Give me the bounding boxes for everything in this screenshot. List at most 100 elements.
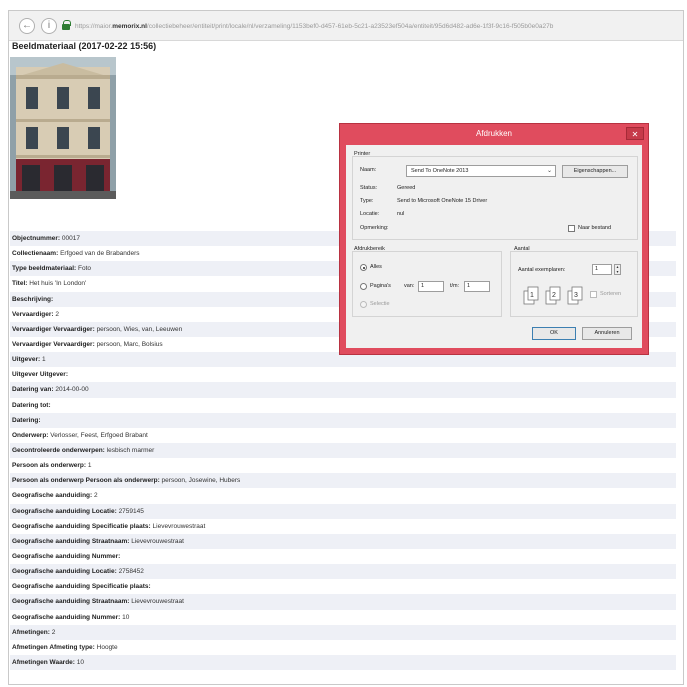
page-title: Beeldmateriaal (2017-02-22 15:56)	[12, 41, 157, 51]
from-input[interactable]: 1	[418, 281, 444, 292]
printer-select[interactable]: Send To OneNote 2013 ⌄	[406, 165, 556, 177]
row-label: Titel:	[12, 280, 28, 288]
table-row: Persoon als onderwerp Persoon als onderw…	[10, 473, 676, 489]
row-label: Geografische aanduiding Specificatie pla…	[12, 583, 151, 591]
url-path: /collectiebeheer/entiteit/print/locale/n…	[146, 23, 554, 30]
location-label: Locatie:	[360, 211, 380, 217]
table-row: Datering tot:	[10, 398, 676, 413]
close-icon[interactable]: ✕	[626, 127, 644, 140]
row-label: Uitgever Uitgever:	[12, 371, 68, 379]
row-label: Geografische aanduiding Specificatie pla…	[12, 522, 151, 530]
row-value: Lievevrouwestraat	[152, 522, 206, 530]
table-row: Geografische aanduiding Locatie: 2759145	[10, 503, 676, 519]
url-prefix: https://maior.	[75, 23, 113, 30]
row-value: Verlosser, Feest, Erfgoed Brabant	[50, 431, 148, 439]
row-label: Beschrijving:	[12, 295, 54, 303]
row-label: Afmetingen Waarde:	[12, 658, 75, 666]
table-row: Geografische aanduiding Nummer: 10	[10, 610, 676, 625]
range-pages-label: Pagina's	[370, 283, 391, 289]
ok-button[interactable]: OK	[532, 327, 576, 340]
row-label: Vervaardiger:	[12, 310, 54, 318]
comment-label: Opmerking:	[360, 225, 389, 231]
table-row: Geografische aanduiding Nummer:	[10, 549, 676, 564]
range-pages-radio[interactable]	[360, 283, 367, 290]
table-row: Datering:	[10, 412, 676, 428]
svg-text:3: 3	[574, 292, 578, 299]
dialog-body: Printer Naam: Send To OneNote 2013 ⌄ Eig…	[346, 145, 642, 348]
type-value: Send to Microsoft OneNote 15 Driver	[397, 198, 488, 204]
row-label: Datering:	[12, 416, 41, 424]
collate-pages-icon: 1 2 3	[523, 286, 583, 305]
row-value: Hoogte	[96, 643, 118, 651]
row-value: 10	[122, 613, 130, 621]
building-photo	[10, 57, 116, 199]
row-label: Type beeldmateriaal:	[12, 265, 77, 273]
chevron-down-icon: ⌄	[546, 168, 552, 174]
properties-button[interactable]: Eigenschappen...	[562, 165, 628, 178]
copies-group	[510, 251, 638, 317]
table-row: Geografische aanduiding Specificatie pla…	[10, 519, 676, 534]
info-icon[interactable]: i	[41, 18, 57, 34]
row-value: lesbisch marmer	[106, 446, 155, 454]
row-value: 2	[94, 492, 98, 500]
row-value: 10	[76, 658, 85, 666]
range-all-radio[interactable]	[360, 264, 367, 271]
row-label: Afmetingen:	[12, 628, 50, 636]
range-selection-radio[interactable]	[360, 301, 367, 308]
table-row: Uitgever Uitgever:	[10, 367, 676, 382]
back-icon[interactable]: ←	[19, 18, 35, 34]
row-value: 2	[51, 628, 56, 636]
url-field[interactable]: https://maior.memorix.nl/collectiebeheer…	[75, 20, 679, 34]
address-bar: ← i https://maior.memorix.nl/collectiebe…	[9, 11, 683, 41]
row-label: Geografische aanduiding Nummer:	[12, 613, 121, 621]
row-label: Datering tot:	[12, 401, 51, 409]
row-label: Geografische aanduiding Straatnaam:	[12, 537, 130, 545]
row-label: Datering van:	[12, 386, 54, 394]
row-label: Uitgever:	[12, 356, 41, 364]
print-to-file-checkbox[interactable]	[568, 225, 575, 232]
row-label: Persoon als onderwerp Persoon als onderw…	[12, 477, 160, 485]
to-input[interactable]: 1	[464, 281, 490, 292]
table-row: Onderwerp: Verlosser, Feest, Erfgoed Bra…	[10, 428, 676, 443]
row-value: Erfgoed van de Brabanders	[60, 250, 140, 258]
row-value: 2758452	[118, 568, 144, 576]
dialog-title-text: Afdrukken	[475, 129, 513, 138]
row-label: Geografische aanduiding Nummer:	[12, 552, 121, 560]
row-label: Onderwerp:	[12, 431, 49, 439]
table-row: Persoon als onderwerp: 1	[10, 458, 676, 473]
facade-image	[10, 57, 116, 199]
table-row: Geografische aanduiding Locatie: 2758452	[10, 564, 676, 580]
printer-name: Send To OneNote 2013	[411, 168, 469, 174]
svg-text:1: 1	[530, 292, 534, 299]
lock-icon	[62, 20, 71, 30]
row-value: 2759145	[118, 507, 144, 515]
row-label: Afmetingen Afmeting type:	[12, 643, 95, 651]
copies-label: Aantal exemplaren:	[518, 267, 566, 273]
copies-input[interactable]: 1	[592, 264, 612, 275]
table-row: Datering van: 2014-00-00	[10, 382, 676, 398]
name-label: Naam:	[360, 167, 377, 173]
row-label: Geografische aanduiding:	[12, 492, 93, 500]
svg-text:2: 2	[552, 292, 556, 299]
row-label: Geografische aanduiding Locatie:	[12, 507, 117, 515]
table-row: Geografische aanduiding Straatnaam: Liev…	[10, 594, 676, 610]
type-label: Type:	[360, 198, 374, 204]
range-selection-label: Selectie	[370, 301, 390, 307]
print-dialog: Afdrukken ✕ Printer Naam: Send To OneNot…	[339, 123, 649, 355]
table-row: Afmetingen: 2	[10, 624, 676, 640]
cancel-button[interactable]: Annuleren	[582, 327, 632, 340]
row-label: Objectnummer:	[12, 235, 61, 242]
status-value: Gereed	[397, 185, 416, 191]
row-value: Lievevrouwestraat	[131, 598, 184, 606]
status-label: Status:	[360, 185, 378, 191]
row-label: Vervaardiger Vervaardiger:	[12, 340, 95, 348]
row-value: Het huis 'In London'	[29, 280, 87, 288]
collate-checkbox[interactable]	[590, 291, 597, 298]
copies-spinner-icon[interactable]: ▴ ▾	[614, 264, 621, 275]
collate-label: Sorteren	[600, 291, 622, 297]
print-to-file-label: Naar bestand	[578, 225, 612, 231]
url-domain: memorix.nl	[112, 23, 147, 30]
range-all-label: Alles	[370, 264, 382, 270]
from-label: van:	[404, 283, 415, 289]
table-row: Afmetingen Afmeting type: Hoogte	[10, 640, 676, 655]
